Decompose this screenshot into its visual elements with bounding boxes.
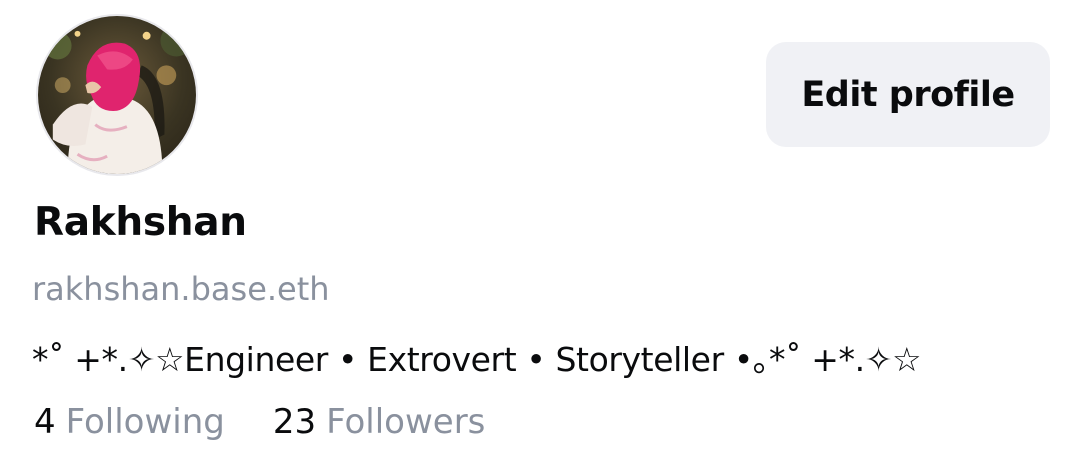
profile-stats: 4 Following 23 Followers [34, 402, 485, 442]
display-name: Rakhshan [34, 200, 247, 245]
profile-bio: *˚ +*.✧☆Engineer • Extrovert • Storytell… [32, 340, 922, 379]
followers-stat[interactable]: 23 Followers [273, 402, 486, 442]
edit-profile-button[interactable]: Edit profile [766, 42, 1050, 147]
profile-header: Edit profile Rakhshan rakhshan.base.eth … [0, 0, 1080, 459]
profile-handle: rakhshan.base.eth [32, 270, 330, 308]
followers-label: Followers [326, 402, 486, 442]
followers-count: 23 [272, 402, 317, 442]
following-stat[interactable]: 4 Following [34, 402, 225, 442]
following-label: Following [65, 402, 225, 442]
following-count: 4 [34, 402, 56, 442]
avatar[interactable] [36, 14, 198, 176]
avatar-photo-icon [38, 16, 196, 174]
